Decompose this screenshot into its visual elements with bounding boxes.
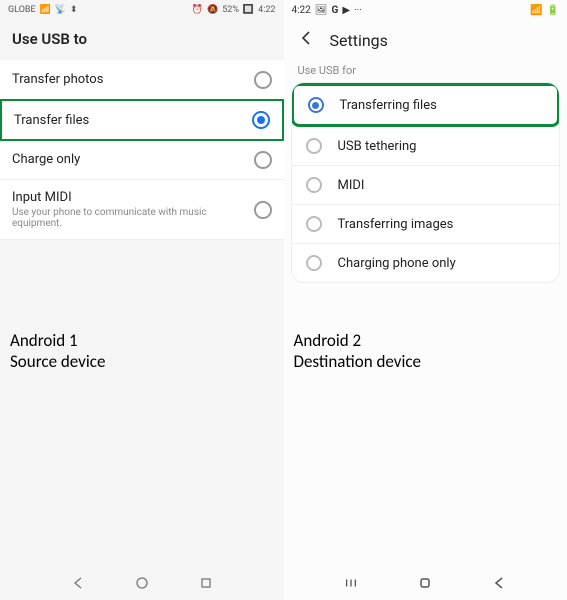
home-icon[interactable] — [418, 576, 432, 590]
usb-options-list: Transferring files USB tethering MIDI Tr… — [292, 83, 560, 282]
navigation-bar — [284, 566, 567, 600]
option-label: Transfer photos — [12, 72, 103, 87]
option-midi[interactable]: MIDI — [292, 166, 560, 205]
more-icon: ··· — [354, 5, 362, 16]
google-icon: G — [332, 5, 339, 16]
battery-label: 52% — [222, 5, 239, 15]
option-sublabel: Use your phone to communicate with music… — [12, 207, 254, 229]
back-icon[interactable] — [71, 576, 85, 590]
radio-icon[interactable] — [308, 97, 324, 113]
option-label: MIDI — [338, 178, 365, 193]
status-bar: 4:22 🖼 G ▶ ··· 📶 🔋 — [284, 0, 567, 20]
option-label: Transferring files — [340, 98, 437, 113]
back-icon[interactable] — [298, 30, 314, 50]
caption-line1: Android 2 — [294, 330, 422, 351]
option-label: Transfer files — [14, 113, 89, 128]
carrier-label: GLOBE — [8, 5, 36, 15]
radio-icon[interactable] — [254, 201, 272, 219]
home-icon[interactable] — [135, 576, 149, 590]
option-input-midi[interactable]: Input MIDI Use your phone to communicate… — [0, 180, 284, 240]
usb-options-list: Transfer photos Transfer files Charge on… — [0, 60, 284, 240]
section-label: Use USB for — [284, 64, 567, 83]
device-android-2: 4:22 🖼 G ▶ ··· 📶 🔋 Settings Use USB for … — [284, 0, 567, 600]
radio-icon[interactable] — [254, 71, 272, 89]
recents-icon[interactable] — [344, 576, 358, 590]
gallery-icon: 🖼 — [315, 5, 328, 16]
back-icon[interactable] — [492, 576, 506, 590]
radio-icon[interactable] — [306, 177, 322, 193]
clock-label: 4:22 — [292, 5, 311, 16]
alarm-icon: ⏰ — [192, 5, 203, 15]
caption-line2: Destination device — [294, 351, 422, 372]
header: Settings — [284, 20, 567, 64]
option-label: Input MIDI — [12, 190, 254, 205]
wifi-icon: 📡 — [55, 5, 66, 15]
page-title: Settings — [330, 31, 388, 50]
status-bar: GLOBE 📶 📡 ⬍ ⏰ 🔕 52% 🔲 4:22 — [0, 0, 284, 20]
mute-icon: 🔕 — [207, 5, 218, 15]
recents-icon[interactable] — [199, 576, 213, 590]
radio-icon[interactable] — [306, 138, 322, 154]
navigation-bar — [0, 566, 284, 600]
signal-icon: 📶 — [530, 5, 542, 16]
device-android-1: GLOBE 📶 📡 ⬍ ⏰ 🔕 52% 🔲 4:22 Use USB to Tr… — [0, 0, 284, 600]
caption-line1: Android 1 — [10, 330, 105, 351]
clock-label: 4:22 — [258, 5, 275, 15]
option-transfer-files[interactable]: Transfer files — [0, 99, 284, 141]
option-transferring-images[interactable]: Transferring images — [292, 205, 560, 244]
battery-icon: 🔲 — [243, 5, 254, 15]
radio-icon[interactable] — [254, 151, 272, 169]
option-transferring-files[interactable]: Transferring files — [292, 83, 560, 127]
option-label: Transferring images — [338, 217, 454, 232]
radio-icon[interactable] — [306, 255, 322, 271]
page-title: Use USB to — [0, 20, 284, 60]
option-charge-only[interactable]: Charge only — [0, 140, 284, 180]
caption-line2: Source device — [10, 351, 105, 372]
device-caption: Android 2 Destination device — [294, 330, 422, 373]
signal-icon: 📶 — [40, 5, 51, 15]
option-label: USB tethering — [338, 139, 417, 154]
radio-icon[interactable] — [306, 216, 322, 232]
radio-icon[interactable] — [252, 111, 270, 129]
battery-icon: 🔋 — [547, 5, 559, 16]
youtube-icon: ▶ — [342, 5, 350, 16]
option-label: Charging phone only — [338, 256, 456, 271]
option-usb-tethering[interactable]: USB tethering — [292, 127, 560, 166]
device-caption: Android 1 Source device — [10, 330, 105, 373]
usb-icon: ⬍ — [70, 5, 78, 15]
option-label: Charge only — [12, 152, 80, 167]
option-transfer-photos[interactable]: Transfer photos — [0, 60, 284, 100]
option-charging-phone-only[interactable]: Charging phone only — [292, 244, 560, 282]
